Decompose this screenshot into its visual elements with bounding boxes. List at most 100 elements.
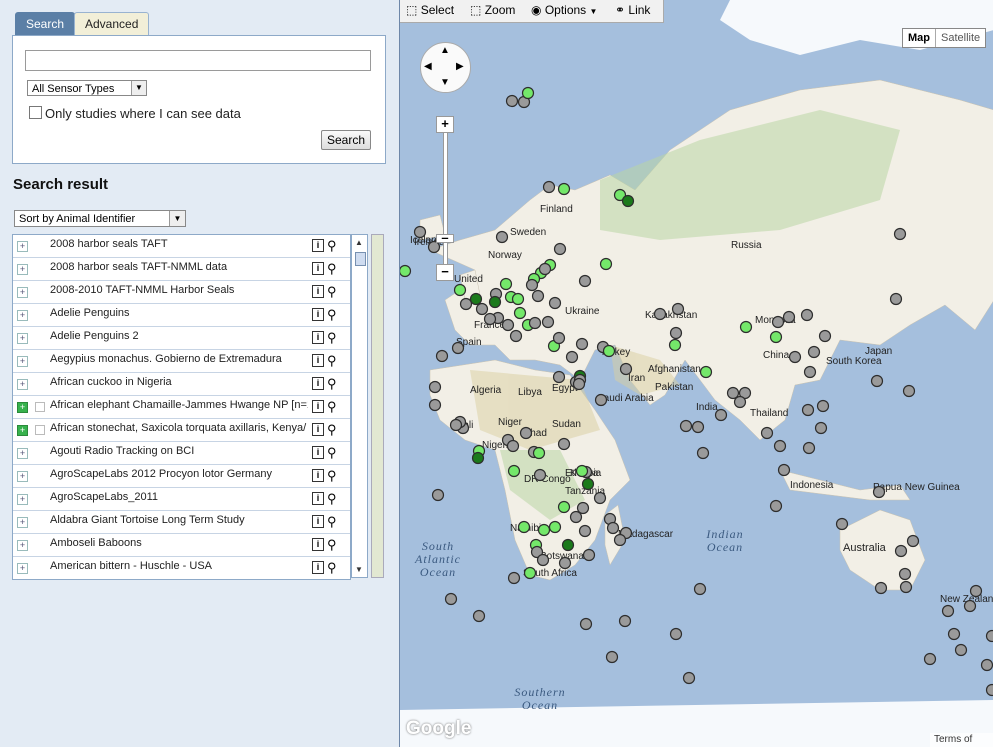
magnifier-icon[interactable]: ⚲ [327, 376, 337, 392]
study-marker[interactable] [495, 230, 509, 244]
study-marker[interactable] [771, 315, 785, 329]
magnifier-icon[interactable]: ⚲ [327, 422, 337, 438]
study-marker[interactable] [669, 627, 683, 641]
study-marker[interactable] [906, 534, 920, 548]
study-marker[interactable] [594, 393, 608, 407]
info-icon[interactable]: i [312, 469, 324, 482]
magnifier-icon[interactable]: ⚲ [327, 560, 337, 576]
study-marker[interactable] [679, 419, 693, 433]
study-marker[interactable] [400, 264, 412, 278]
expand-icon[interactable]: + [17, 448, 28, 459]
study-marker[interactable] [618, 614, 632, 628]
study-marker[interactable] [531, 289, 545, 303]
info-icon[interactable]: i [312, 377, 324, 390]
zoom-in-button[interactable]: + [436, 116, 454, 133]
study-marker[interactable] [517, 520, 531, 534]
pan-up-icon[interactable]: ▲ [440, 45, 450, 56]
study-marker[interactable] [523, 566, 537, 580]
info-icon[interactable]: i [312, 538, 324, 551]
study-marker[interactable] [552, 331, 566, 345]
magnifier-icon[interactable]: ⚲ [327, 491, 337, 507]
study-marker[interactable] [532, 446, 546, 460]
tab-search[interactable]: Search [15, 12, 75, 36]
study-marker[interactable] [923, 652, 937, 666]
study-marker[interactable] [501, 318, 515, 332]
study-marker[interactable] [469, 292, 483, 306]
study-marker[interactable] [969, 584, 983, 598]
zoom-tool[interactable]: ⬚ Zoom [470, 3, 515, 17]
only-visible-checkbox[interactable] [29, 106, 42, 119]
only-visible-option[interactable]: Only studies where I can see data [29, 106, 241, 121]
list-item[interactable]: + African elephant Chamaille-Jammes Hwang… [13, 396, 350, 419]
study-marker[interactable] [561, 538, 575, 552]
list-item[interactable]: + American bittern - Huschle - USA i ⚲ [13, 557, 350, 579]
study-marker[interactable] [578, 274, 592, 288]
study-marker[interactable] [902, 384, 916, 398]
study-marker[interactable] [760, 426, 774, 440]
expand-icon[interactable]: + [17, 494, 28, 505]
study-marker[interactable] [537, 523, 551, 537]
study-marker[interactable] [985, 683, 993, 697]
study-marker[interactable] [739, 320, 753, 334]
study-marker[interactable] [521, 86, 535, 100]
study-marker[interactable] [699, 365, 713, 379]
study-marker[interactable] [777, 463, 791, 477]
study-marker[interactable] [475, 302, 489, 316]
study-marker[interactable] [802, 441, 816, 455]
expand-icon[interactable]: + [17, 517, 28, 528]
info-icon[interactable]: i [312, 561, 324, 574]
map-type-map[interactable]: Map [903, 29, 935, 47]
info-icon[interactable]: i [312, 262, 324, 275]
study-marker[interactable] [578, 524, 592, 538]
sensor-type-select[interactable]: All Sensor Types ▼ [27, 80, 147, 96]
magnifier-icon[interactable]: ⚲ [327, 330, 337, 346]
pan-down-icon[interactable]: ▼ [440, 77, 450, 88]
study-marker[interactable] [471, 451, 485, 465]
study-marker[interactable] [693, 582, 707, 596]
study-marker[interactable] [696, 446, 710, 460]
magnifier-icon[interactable]: ⚲ [327, 353, 337, 369]
study-marker[interactable] [801, 403, 815, 417]
info-icon[interactable]: i [312, 354, 324, 367]
expand-icon[interactable]: + [17, 540, 28, 551]
study-marker[interactable] [519, 426, 533, 440]
row-checkbox[interactable] [35, 425, 45, 435]
tab-advanced-search[interactable]: Advanced Search [74, 12, 150, 54]
study-marker[interactable] [714, 408, 728, 422]
expand-icon[interactable]: + [17, 471, 28, 482]
study-marker[interactable] [947, 627, 961, 641]
study-marker[interactable] [893, 227, 907, 241]
study-marker[interactable] [872, 485, 886, 499]
list-item[interactable]: + Amboseli Baboons i ⚲ [13, 534, 350, 557]
info-icon[interactable]: i [312, 400, 324, 413]
pan-left-icon[interactable]: ◀ [424, 61, 432, 72]
study-marker[interactable] [451, 341, 465, 355]
study-marker[interactable] [553, 242, 567, 256]
study-marker[interactable] [803, 365, 817, 379]
list-item[interactable]: + Agouti Radio Tracking on BCI i ⚲ [13, 442, 350, 465]
study-marker[interactable] [542, 180, 556, 194]
magnifier-icon[interactable]: ⚲ [327, 284, 337, 300]
study-marker[interactable] [548, 520, 562, 534]
link-tool[interactable]: ⚭ Link [615, 3, 650, 17]
study-marker[interactable] [581, 477, 595, 491]
study-marker[interactable] [572, 377, 586, 391]
list-item[interactable]: + Aegypius monachus. Gobierno de Extremad… [13, 350, 350, 373]
study-marker[interactable] [505, 94, 519, 108]
study-marker[interactable] [557, 182, 571, 196]
study-marker[interactable] [619, 362, 633, 376]
study-marker[interactable] [800, 308, 814, 322]
study-marker[interactable] [682, 671, 696, 685]
study-marker[interactable] [506, 439, 520, 453]
result-scrollbar[interactable]: ▲ ▼ [351, 234, 368, 578]
expand-icon[interactable]: + [17, 425, 28, 436]
study-marker[interactable] [769, 499, 783, 513]
magnifier-icon[interactable]: ⚲ [327, 307, 337, 323]
study-marker[interactable] [431, 488, 445, 502]
expand-icon[interactable]: + [17, 333, 28, 344]
study-marker[interactable] [835, 517, 849, 531]
select-tool[interactable]: ⬚ Select [406, 3, 454, 17]
expand-icon[interactable]: + [17, 287, 28, 298]
study-marker[interactable] [435, 349, 449, 363]
study-marker[interactable] [533, 468, 547, 482]
